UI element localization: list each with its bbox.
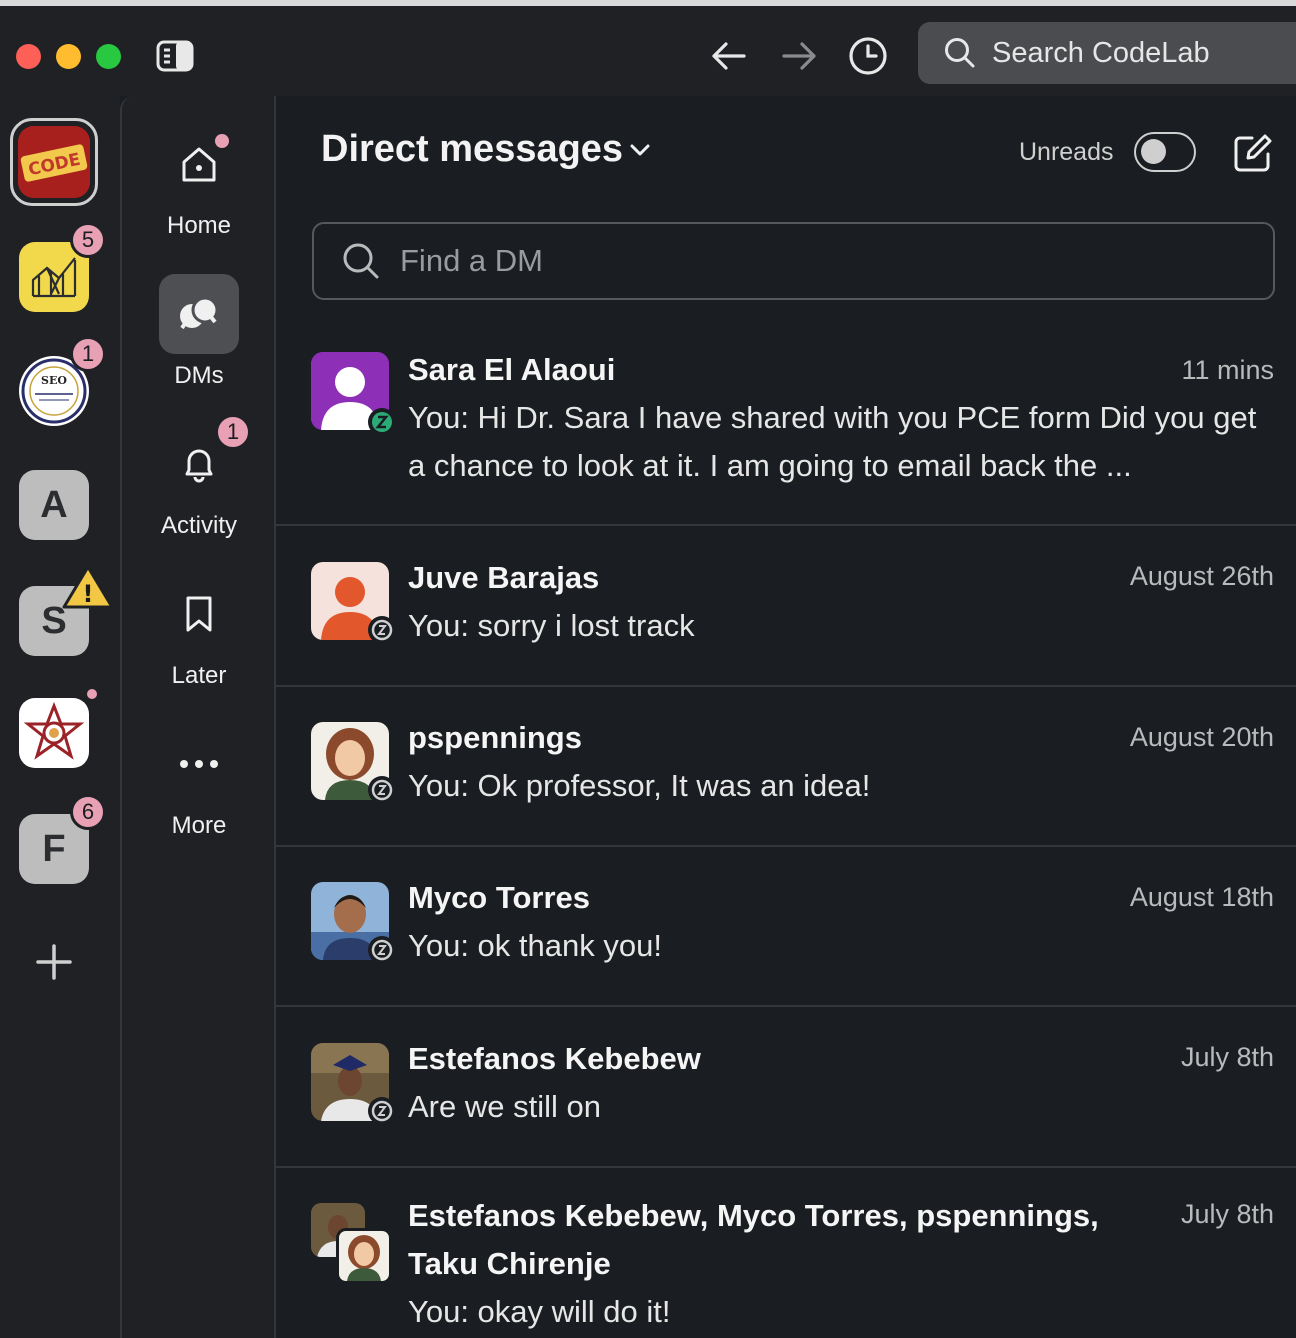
dm-name: Estefanos Kebebew, Myco Torres, pspennin… (408, 1198, 1099, 1233)
workspace-a[interactable]: A (19, 470, 89, 540)
workspace-badge: 6 (70, 794, 106, 830)
workspace-badge: 5 (70, 222, 106, 258)
unreads-toggle[interactable] (1134, 132, 1196, 172)
dm-preview: You: sorry i lost track (408, 608, 695, 643)
forward-arrow-icon[interactable] (780, 36, 820, 76)
search-placeholder: Search CodeLab (992, 36, 1210, 69)
away-status-icon (368, 1097, 396, 1125)
dm-time: August 20th (1129, 722, 1274, 752)
codelab-logo: CODE (18, 126, 90, 198)
chart-logo-icon (31, 257, 77, 298)
workspace-codelab[interactable]: CODE (10, 118, 98, 206)
search-icon (945, 38, 975, 68)
nav-home[interactable]: Home (122, 124, 276, 240)
unread-dot (84, 686, 100, 702)
dm-preview: You: ok thank you! (408, 928, 662, 963)
dm-name: Juve Barajas (408, 560, 600, 595)
away-status-icon (368, 776, 396, 804)
dm-preview: You: okay will do it! (408, 1294, 671, 1329)
dm-row-estefanos[interactable]: Estefanos Kebebew July 8th Are we still … (276, 1007, 1296, 1168)
history-clock-icon[interactable] (848, 36, 888, 76)
dm-preview: You: Ok professor, It was an idea! (408, 768, 871, 803)
svg-text:!: ! (83, 580, 94, 608)
away-status-icon (368, 936, 396, 964)
nav-activity-label: Activity (160, 512, 237, 539)
dm-row-group[interactable]: Estefanos Kebebew, Myco Torres, pspennin… (276, 1168, 1296, 1338)
workspace-search-bar[interactable]: Search CodeLab (918, 22, 1296, 84)
find-dm-input[interactable] (400, 243, 1200, 279)
dm-time: July 8th (1180, 1042, 1274, 1072)
dm-row-sara[interactable]: Sara El Alaoui 11 mins You: Hi Dr. Sara … (276, 330, 1296, 526)
minimize-window-button[interactable] (56, 44, 81, 69)
dm-name-continued: Taku Chirenje (408, 1246, 611, 1281)
home-icon (159, 124, 239, 204)
dm-preview: Are we still on (408, 1089, 601, 1124)
add-workspace-icon[interactable] (34, 942, 74, 982)
close-window-button[interactable] (16, 44, 41, 69)
compose-icon[interactable] (1232, 132, 1274, 174)
dm-name: Sara El Alaoui (408, 352, 616, 387)
dm-name: Myco Torres (408, 880, 591, 915)
dm-list-panel: Direct messages Unreads Sara El Alaoui 1… (276, 96, 1296, 1338)
nav-column: Home DMs Activity 1 Later More (120, 96, 276, 1338)
group-avatar-front (336, 1228, 392, 1284)
bookmark-icon (159, 574, 239, 654)
chevron-down-icon[interactable] (628, 142, 652, 163)
more-dots-icon (159, 724, 239, 804)
away-status-icon (368, 616, 396, 644)
search-icon (343, 243, 379, 279)
dm-preview: You: Hi Dr. Sara I have shared with you … (408, 400, 1257, 483)
workspace-star[interactable] (19, 698, 89, 768)
dm-name: pspennings (408, 720, 582, 755)
maximize-window-button[interactable] (96, 44, 121, 69)
sidebar-toggle-icon[interactable] (156, 40, 194, 72)
nav-more-label: More (171, 812, 227, 839)
dm-time: 11 mins (1181, 355, 1274, 385)
nav-activity[interactable]: Activity (122, 424, 276, 540)
toggle-knob (1141, 139, 1166, 164)
dm-time: August 26th (1129, 561, 1274, 591)
nav-dms[interactable]: DMs (122, 274, 276, 390)
title-bar: Search CodeLab (0, 0, 1296, 96)
activity-badge: 1 (215, 414, 251, 450)
dm-time: July 8th (1180, 1199, 1274, 1229)
away-status-icon (368, 408, 396, 436)
find-dm-field[interactable] (312, 222, 1275, 300)
nav-later[interactable]: Later (122, 574, 276, 690)
nav-home-label: Home (166, 212, 232, 239)
back-arrow-icon[interactable] (708, 36, 748, 76)
page-title[interactable]: Direct messages (321, 128, 623, 171)
dm-row-myco[interactable]: Myco Torres August 18th You: ok thank yo… (276, 847, 1296, 1007)
unread-dot (215, 134, 229, 148)
workspace-rail: CODE 5 SEO 1 A S ! F 6 (0, 96, 120, 1338)
nav-more[interactable]: More (122, 724, 276, 840)
nav-later-label: Later (171, 662, 227, 689)
warning-icon: ! (62, 564, 114, 610)
unreads-label: Unreads (1019, 138, 1114, 166)
workspace-badge: 1 (70, 336, 106, 372)
dm-row-juve[interactable]: Juve Barajas August 26th You: sorry i lo… (276, 526, 1296, 687)
nav-dms-label: DMs (174, 362, 224, 389)
svg-text:SEO: SEO (41, 374, 67, 387)
dm-row-pspennings[interactable]: pspennings August 20th You: Ok professor… (276, 687, 1296, 847)
dm-name: Estefanos Kebebew (408, 1041, 701, 1076)
dm-bubbles-icon (159, 274, 239, 354)
star-logo-icon (23, 702, 85, 760)
dm-time: August 18th (1129, 882, 1274, 912)
